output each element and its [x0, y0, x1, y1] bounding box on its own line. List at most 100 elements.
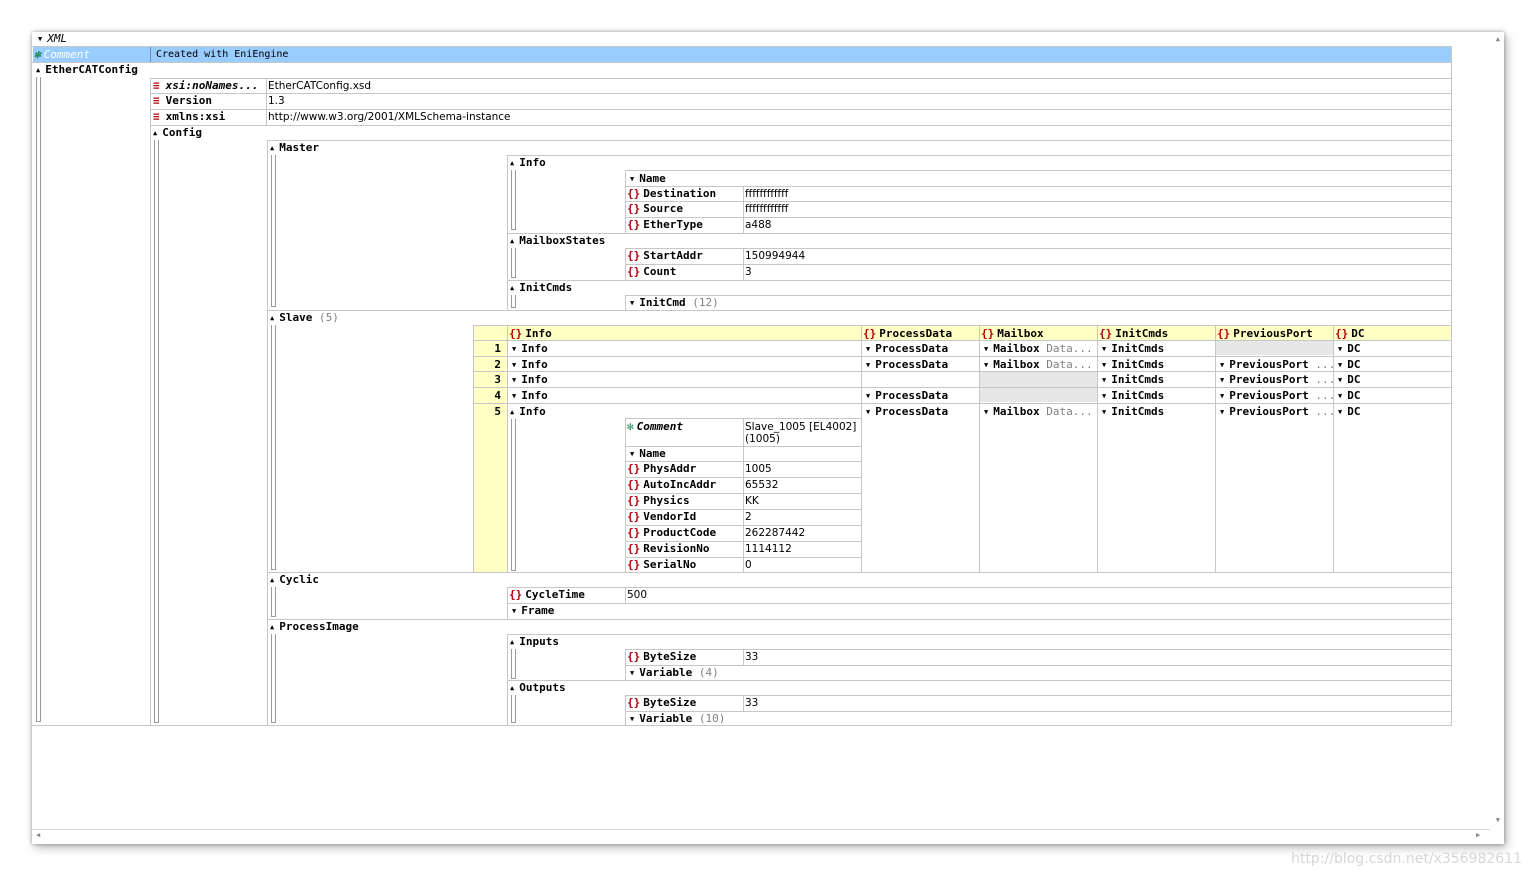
cycletime-value[interactable]: 500 [627, 588, 647, 602]
slave-row-number[interactable]: 2 [471, 358, 501, 372]
slave-row-number[interactable]: 3 [471, 373, 501, 387]
comment-key[interactable]: ✻ Comment [34, 48, 90, 62]
ethertype-value[interactable]: a488 [745, 218, 771, 232]
comment-icon: ✻ [34, 48, 41, 61]
slave2-dc-cell[interactable]: DC [1338, 358, 1360, 372]
slave5-info-collapse-bar[interactable] [511, 419, 516, 571]
slave5-info-node[interactable]: Info [510, 405, 546, 419]
slave5-processdata-cell[interactable]: ProcessData [866, 405, 948, 419]
vendorid-key: {} VendorId [627, 510, 697, 523]
ethercatconfig-node[interactable]: EtherCATConfig [36, 63, 138, 77]
config-node[interactable]: Config [153, 126, 202, 140]
slave5-comment-value-line2[interactable]: (1005) [745, 432, 780, 446]
outputs-collapse-bar[interactable] [511, 695, 516, 723]
slave2-initcmds-cell[interactable]: InitCmds [1102, 358, 1164, 372]
slave4-initcmds-cell[interactable]: InitCmds [1102, 389, 1164, 403]
autoincaddr-value[interactable]: 65532 [745, 478, 778, 492]
horizontal-scrollbar-track[interactable] [32, 829, 1490, 830]
slave4-previousport-cell[interactable]: PreviousPort ... [1220, 389, 1335, 403]
slave1-info-cell[interactable]: Info [512, 342, 548, 356]
destination-value[interactable]: ffffffffffff [745, 187, 788, 201]
master-collapse-bar[interactable] [271, 155, 276, 307]
inputs-variable-node[interactable]: Variable (4) [630, 666, 718, 680]
source-value[interactable]: ffffffffffff [745, 202, 788, 216]
slave1-processdata-cell[interactable]: ProcessData [866, 342, 948, 356]
element-icon: {} [627, 558, 641, 571]
cyclic-collapse-bar[interactable] [271, 587, 276, 617]
inputs-collapse-bar[interactable] [511, 649, 516, 679]
slave5-dc-cell[interactable]: DC [1338, 405, 1360, 419]
slave-row-number[interactable]: 4 [471, 389, 501, 403]
serialno-value[interactable]: 0 [745, 558, 752, 572]
slave5-previousport-cell[interactable]: PreviousPort ... [1220, 405, 1335, 419]
outputs-bytesize-value[interactable]: 33 [745, 696, 758, 710]
slave-row-number[interactable]: 1 [471, 342, 501, 356]
physics-value[interactable]: KK [745, 494, 759, 508]
slave3-previousport-cell[interactable]: PreviousPort ... [1220, 373, 1335, 387]
slave5-mailbox-cell[interactable]: Mailbox Data... [984, 405, 1092, 419]
inputs-bytesize-value[interactable]: 33 [745, 650, 758, 664]
slave5-name-node[interactable]: Name [630, 447, 666, 461]
scroll-up-arrow-icon[interactable]: ▲ [1496, 35, 1500, 43]
slave5-initcmds-cell[interactable]: InitCmds [1102, 405, 1164, 419]
master-node[interactable]: Master [270, 141, 319, 155]
scroll-right-arrow-icon[interactable]: ▶ [1476, 831, 1480, 839]
slave-header-previousport[interactable]: {} PreviousPort [1217, 327, 1313, 341]
slave1-dc-cell[interactable]: DC [1338, 342, 1360, 356]
attr-xsi-value[interactable]: EtherCATConfig.xsd [268, 79, 371, 93]
slave1-initcmds-cell[interactable]: InitCmds [1102, 342, 1164, 356]
frame-node[interactable]: Frame [512, 604, 554, 618]
slave-header-dc[interactable]: {} DC [1335, 327, 1365, 341]
attr-xmlns-value[interactable]: http://www.w3.org/2001/XMLSchema-instanc… [268, 110, 511, 124]
initcmd-node[interactable]: InitCmd (12) [630, 296, 718, 310]
slave-header-processdata[interactable]: {} ProcessData [863, 327, 952, 341]
outputs-node[interactable]: Outputs [510, 681, 565, 695]
slave4-info-cell[interactable]: Info [512, 389, 548, 403]
master-initcmds-node[interactable]: InitCmds [510, 281, 572, 295]
slave2-processdata-cell[interactable]: ProcessData [866, 358, 948, 372]
master-info-collapse-bar[interactable] [511, 170, 516, 230]
slave2-mailbox-cell[interactable]: Mailbox Data... [984, 358, 1092, 372]
productcode-value[interactable]: 262287442 [745, 526, 805, 540]
cyclic-node[interactable]: Cyclic [270, 573, 319, 587]
slave4-dc-cell[interactable]: DC [1338, 389, 1360, 403]
element-icon: {} [627, 510, 641, 523]
slave3-dc-cell[interactable]: DC [1338, 373, 1360, 387]
scroll-left-arrow-icon[interactable]: ◀ [36, 831, 40, 839]
scroll-down-arrow-icon[interactable]: ▼ [1496, 816, 1500, 824]
slave-collapse-bar[interactable] [271, 325, 276, 570]
slave2-info-cell[interactable]: Info [512, 358, 548, 372]
attr-version-value[interactable]: 1.3 [268, 94, 285, 108]
inputs-bytesize-key: {} ByteSize [627, 650, 697, 663]
slave2-previousport-cell[interactable]: PreviousPort ... [1220, 358, 1335, 372]
slave3-initcmds-cell[interactable]: InitCmds [1102, 373, 1164, 387]
element-icon: {} [627, 462, 641, 475]
slave4-processdata-cell[interactable]: ProcessData [866, 389, 948, 403]
processimage-collapse-bar[interactable] [271, 634, 276, 723]
slave3-info-cell[interactable]: Info [512, 373, 548, 387]
outputs-variable-node[interactable]: Variable (10) [630, 712, 725, 726]
vendorid-value[interactable]: 2 [745, 510, 752, 524]
xml-root-node[interactable]: XML [38, 32, 67, 46]
config-collapse-bar[interactable] [154, 140, 159, 723]
slave-node[interactable]: Slave (5) [270, 311, 339, 325]
comment-value[interactable]: Created with EniEngine [156, 48, 288, 62]
mailboxstates-collapse-bar[interactable] [511, 248, 516, 278]
master-info-node[interactable]: Info [510, 156, 546, 170]
master-initcmds-collapse-bar[interactable] [511, 295, 516, 308]
slave-header-info[interactable]: {} Info [509, 327, 552, 341]
processimage-node[interactable]: ProcessImage [270, 620, 358, 634]
physaddr-value[interactable]: 1005 [745, 462, 772, 476]
count-value[interactable]: 3 [745, 265, 752, 279]
slave-header-initcmds[interactable]: {} InitCmds [1099, 327, 1168, 341]
slave-row-number[interactable]: 5 [471, 405, 501, 419]
mailboxstates-node[interactable]: MailboxStates [510, 234, 605, 248]
slave1-mailbox-cell[interactable]: Mailbox Data... [984, 342, 1092, 356]
master-info-name-node[interactable]: Name [630, 172, 666, 186]
ethercatconfig-collapse-bar[interactable] [36, 77, 41, 722]
inputs-node[interactable]: Inputs [510, 635, 559, 649]
revisionno-value[interactable]: 1114112 [745, 542, 792, 556]
outputs-bytesize-key: {} ByteSize [627, 696, 697, 709]
slave-header-mailbox[interactable]: {} Mailbox [981, 327, 1044, 341]
startaddr-value[interactable]: 150994944 [745, 249, 805, 263]
